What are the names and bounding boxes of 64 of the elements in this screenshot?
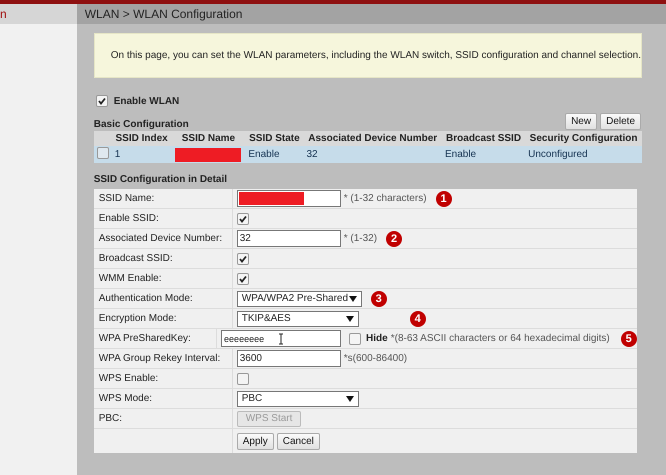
row-checkbox[interactable] <box>96 147 109 159</box>
checkbox[interactable] <box>236 212 249 224</box>
checkbox[interactable] <box>96 95 108 107</box>
field-label: WPA PreSharedKey: <box>98 333 191 344</box>
checkbox[interactable] <box>236 372 249 384</box>
field-hint: *s(600-86400) <box>344 353 408 364</box>
field-label: PBC: <box>98 413 122 424</box>
field-label: WPA Group Rekey Interval: <box>98 353 220 364</box>
checkbox[interactable] <box>236 252 249 264</box>
number-badge: 2 <box>386 230 402 246</box>
dropdown[interactable]: WPA/WPA2 Pre-Shared <box>236 290 362 306</box>
dropdown[interactable]: PBC <box>236 390 359 406</box>
caret-icon <box>346 316 354 322</box>
field-label: WPS Enable: <box>98 373 158 384</box>
form-button[interactable]: Cancel <box>276 432 320 450</box>
table-cell: Unconfigured <box>528 149 588 160</box>
column-header: SSID State <box>249 133 300 144</box>
redaction-bar <box>174 148 240 162</box>
action-button[interactable]: New <box>565 113 598 130</box>
info-text: On this page, you can set the WLAN parameters, including the WLAN switch, SSID configuration and channel selection. <box>110 50 641 61</box>
text-cursor-icon <box>278 333 284 345</box>
form-button[interactable]: Apply <box>236 432 274 450</box>
column-header: Associated Device Number <box>308 133 438 144</box>
sidebar-title[interactable]: n <box>0 7 7 21</box>
number-badge: 3 <box>370 290 387 306</box>
input-field[interactable] <box>236 190 341 207</box>
checkbox[interactable] <box>236 272 249 284</box>
field-hint: *(8-63 ASCII characters or 64 hexadecimal digits) <box>390 333 610 344</box>
field-hint: * (1-32) <box>344 233 378 244</box>
field-label: WMM Enable: <box>98 273 162 284</box>
checkbox-label: Hide <box>366 333 388 344</box>
number-badge: 4 <box>410 310 426 326</box>
checkbox-label: Enable WLAN <box>114 96 180 106</box>
field-label: SSID Name: <box>98 193 154 204</box>
caret-icon <box>346 396 354 402</box>
column-header: SSID Name <box>182 133 236 144</box>
breadcrumb: WLAN > WLAN Configuration <box>84 7 242 21</box>
table-cell: 32 <box>306 149 318 160</box>
number-badge: 1 <box>436 190 452 206</box>
redaction-bar <box>238 192 304 205</box>
field-label: Associated Device Number: <box>98 233 222 244</box>
section-title: Basic Configuration <box>94 119 189 130</box>
column-header: SSID Index <box>115 133 168 144</box>
action-button[interactable]: Delete <box>600 113 641 130</box>
input-field[interactable]: 3600 <box>236 350 341 367</box>
caret-icon <box>348 296 357 302</box>
field-hint: * (1-32 characters) <box>344 193 427 204</box>
table-cell: Enable <box>444 149 476 160</box>
dropdown[interactable]: TKIP&AES <box>236 310 359 326</box>
section-title: SSID Configuration in Detail <box>94 174 228 185</box>
column-header: Security Configuration <box>530 133 638 144</box>
number-badge: 5 <box>620 330 637 346</box>
table-row[interactable]: 1 Enable 32 Enable Unconfigured <box>94 146 642 163</box>
column-header: Broadcast SSID <box>446 133 522 144</box>
checkbox[interactable] <box>349 332 362 344</box>
password-field[interactable]: eeeeeeee <box>221 330 342 347</box>
field-label: Authentication Mode: <box>98 293 193 304</box>
input-field[interactable]: 32 <box>236 230 341 247</box>
field-label: Broadcast SSID: <box>98 253 173 264</box>
table-cell: 1 <box>114 149 120 160</box>
field-label: Encryption Mode: <box>98 313 177 324</box>
field-label: Enable SSID: <box>98 213 159 224</box>
field-label: WPS Mode: <box>98 393 152 404</box>
table-cell: Enable <box>248 149 280 160</box>
